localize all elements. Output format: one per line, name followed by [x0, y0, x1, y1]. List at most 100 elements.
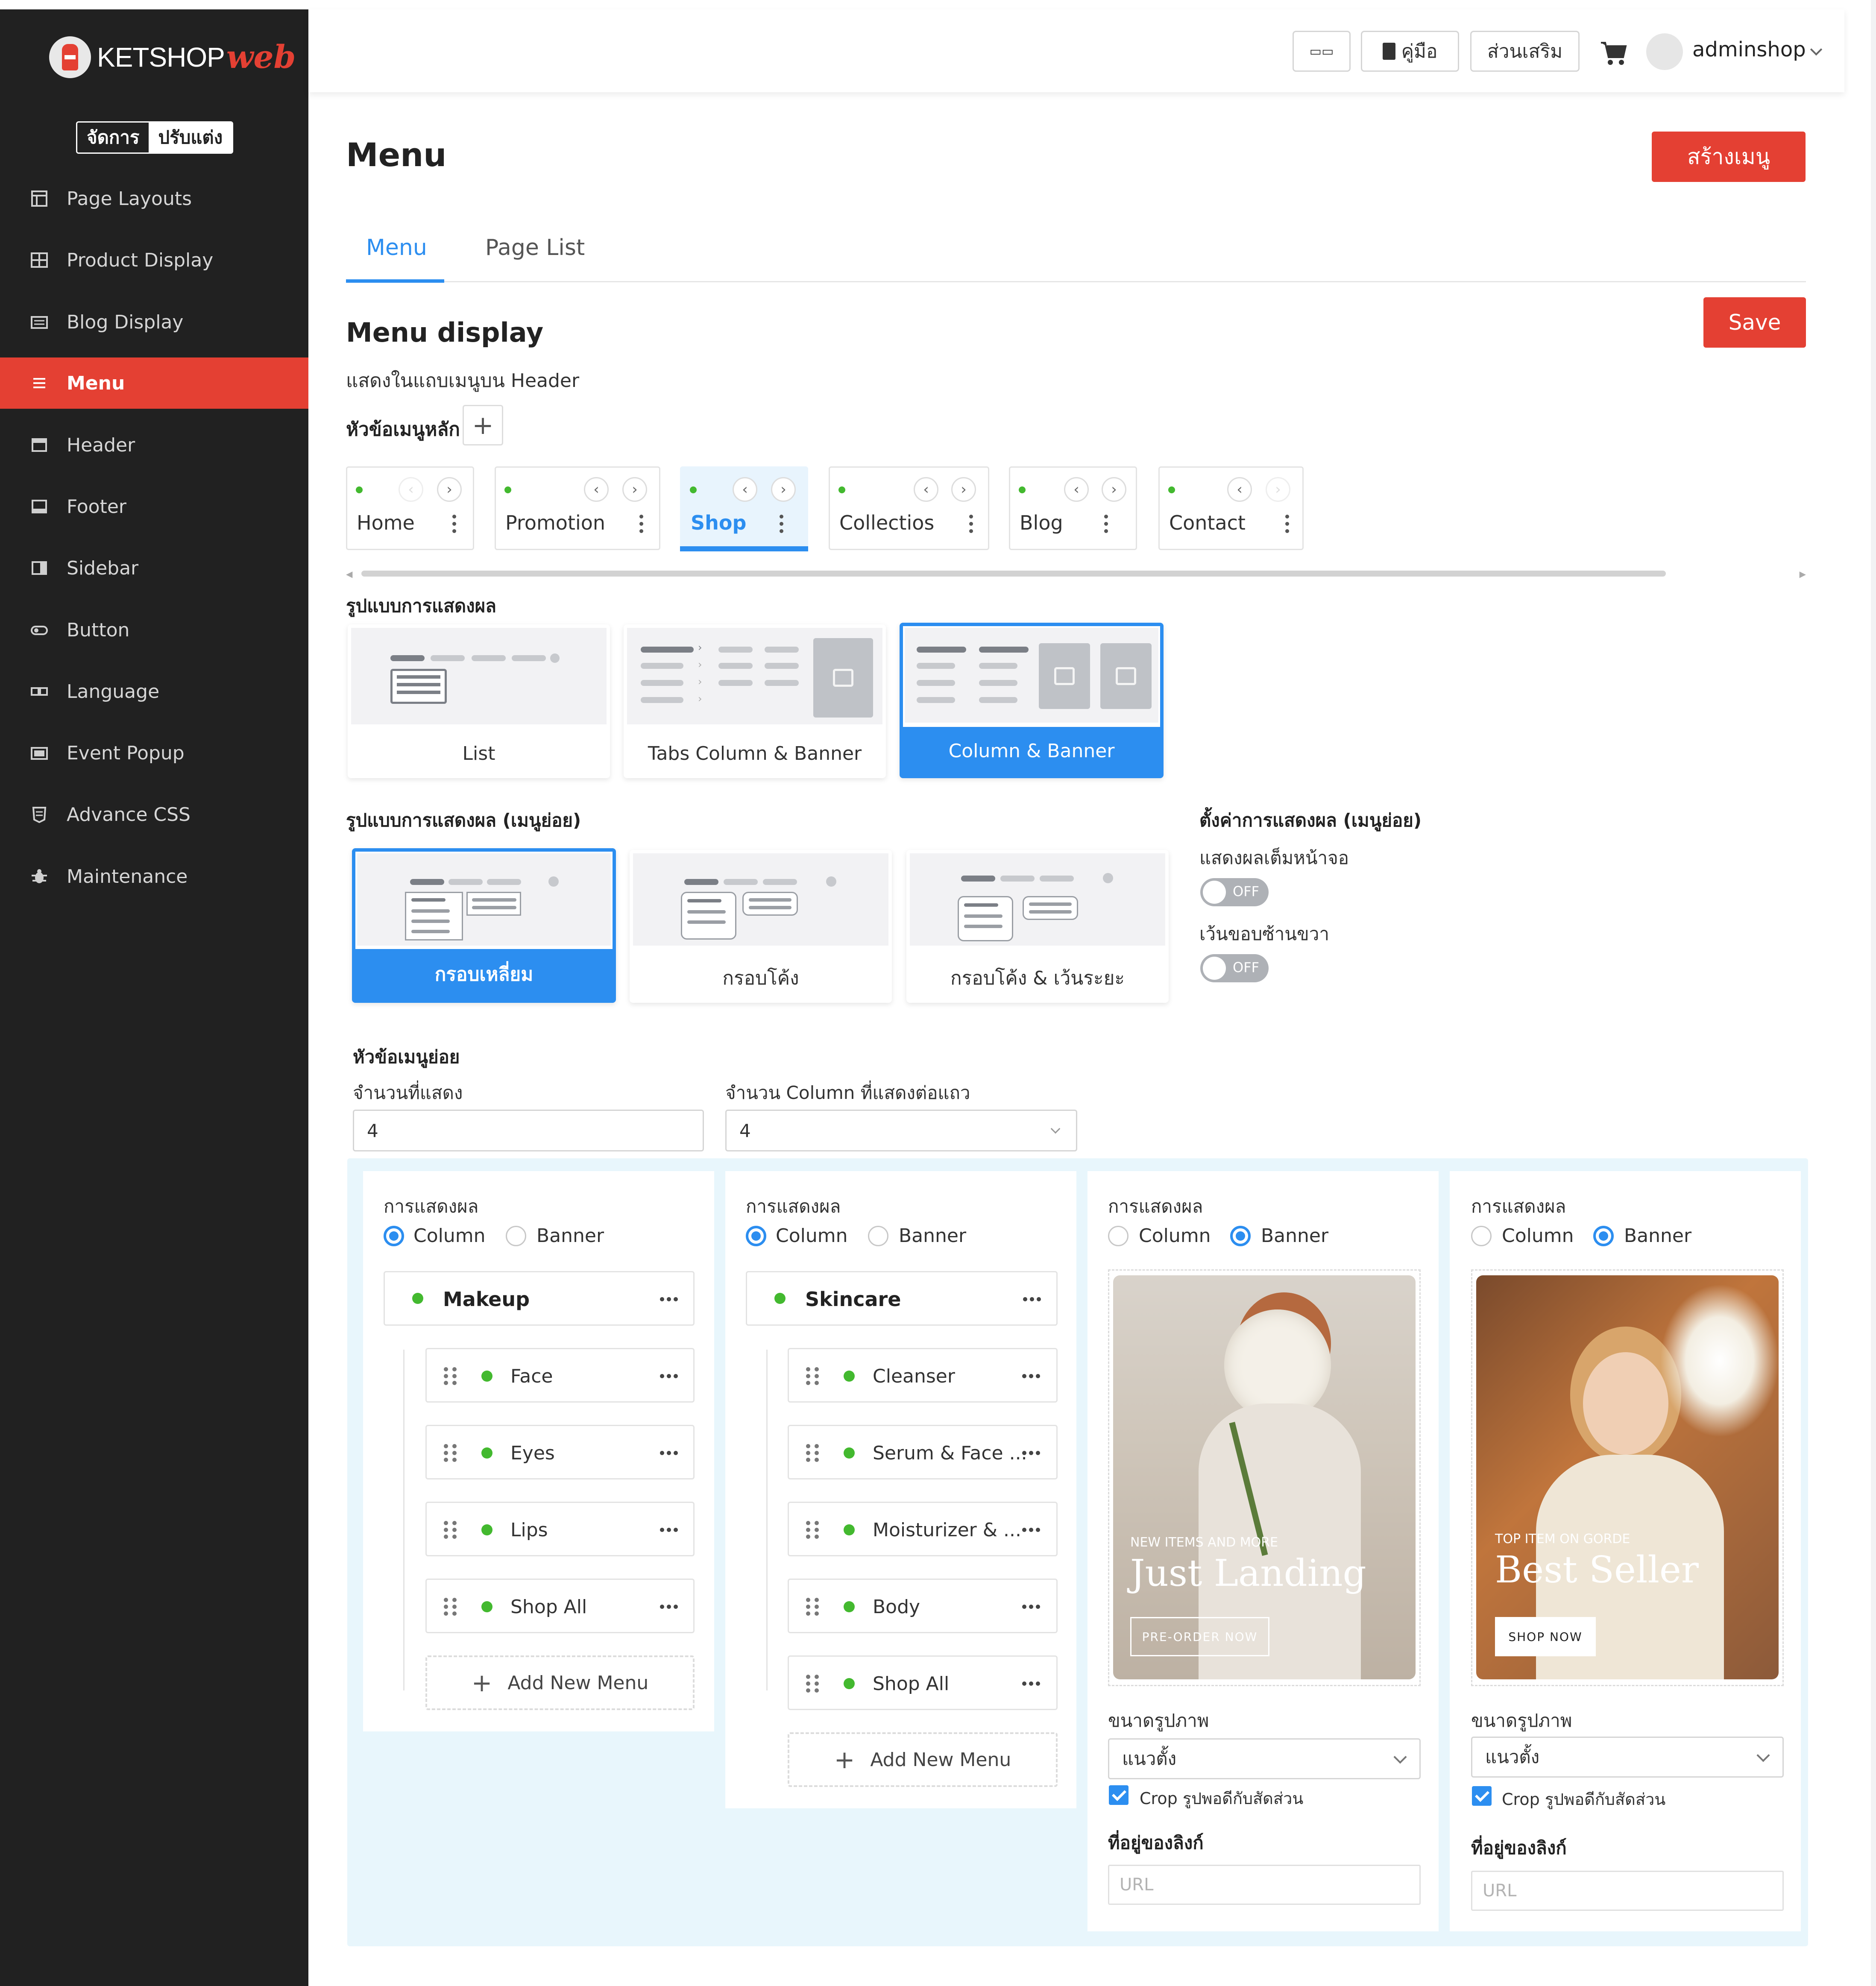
parent-menu-makeup[interactable]: Makeup [384, 1271, 695, 1326]
sidebar-item-event-popup[interactable]: Event Popup [0, 727, 308, 779]
sidebar-item-menu[interactable]: Menu [0, 357, 308, 409]
sidebar-item-blog-display[interactable]: Blog Display [0, 296, 308, 348]
add-new-menu-button[interactable]: + Add New Menu [788, 1732, 1058, 1787]
image-size-select[interactable]: แนวตั้ง [1471, 1737, 1784, 1778]
submenu-item[interactable]: Lips [425, 1502, 695, 1556]
more-options-icon[interactable] [660, 1605, 678, 1609]
right-margin-toggle[interactable]: OFF [1200, 954, 1269, 982]
banner-image[interactable]: TOP ITEM ON GORDE Best Seller SHOP NOW [1476, 1275, 1779, 1679]
drag-handle-icon[interactable] [444, 1367, 457, 1386]
radio-banner[interactable] [1593, 1226, 1614, 1246]
avatar[interactable] [1646, 33, 1683, 70]
move-left-arrow-icon[interactable]: ‹ [1227, 477, 1252, 502]
submenu-item[interactable]: Body [788, 1579, 1058, 1633]
menu-item-home[interactable]: ‹ › Home [346, 466, 474, 550]
addons-button[interactable]: ส่วนเสริม [1470, 31, 1580, 72]
mode-manage-button[interactable]: จัดการ [77, 123, 149, 152]
move-left-arrow-icon[interactable]: ‹ [584, 477, 609, 502]
radio-banner[interactable] [506, 1226, 526, 1246]
submenu-item[interactable]: Moisturizer & ... [788, 1502, 1058, 1556]
drag-handle-icon[interactable] [806, 1444, 819, 1463]
sidebar-item-footer[interactable]: Footer [0, 481, 308, 532]
brand-logo[interactable]: KETSHOP web [49, 32, 296, 83]
radio-column[interactable] [1471, 1226, 1492, 1246]
drag-handle-icon[interactable] [444, 1598, 457, 1617]
more-options-icon[interactable] [1285, 515, 1290, 536]
fullscreen-toggle[interactable]: OFF [1200, 878, 1269, 906]
more-options-icon[interactable] [1023, 1297, 1041, 1301]
save-button[interactable]: Save [1703, 297, 1806, 348]
sidebar-item-advance-css[interactable]: Advance CSS [0, 789, 308, 840]
sidebar-item-maintenance[interactable]: Maintenance [0, 851, 308, 902]
cart-icon[interactable] [1600, 40, 1627, 66]
sidebar-item-language[interactable]: Language [0, 666, 308, 717]
banner-cta-button[interactable]: SHOP NOW [1495, 1617, 1596, 1656]
columns-select[interactable]: 4 [725, 1110, 1077, 1151]
more-options-icon[interactable] [969, 515, 973, 536]
sub-style-option-square[interactable]: กรอบเหลี่ยม [352, 848, 616, 1003]
sidebar-item-page-layouts[interactable]: Page Layouts [0, 173, 308, 224]
scroll-left-icon[interactable]: ◀ [346, 569, 352, 579]
menu-item-contact[interactable]: ‹ › Contact [1158, 466, 1304, 550]
menu-item-collectios[interactable]: ‹ › Collectios [829, 466, 989, 550]
sidebar-item-product-display[interactable]: Product Display [0, 234, 308, 286]
more-options-icon[interactable] [660, 1297, 678, 1301]
sub-style-option-rounded[interactable]: กรอบโค้ง [630, 850, 892, 1003]
radio-column[interactable] [1108, 1226, 1129, 1246]
sidebar-item-sidebar[interactable]: Sidebar [0, 542, 308, 594]
tab-menu[interactable]: Menu [366, 235, 427, 261]
count-input[interactable]: 4 [353, 1110, 704, 1151]
more-options-icon[interactable] [452, 515, 457, 536]
sidebar-item-button[interactable]: Button [0, 604, 308, 656]
url-input[interactable]: URL [1471, 1871, 1784, 1911]
more-options-icon[interactable] [1022, 1528, 1040, 1532]
sub-style-option-rounded-spaced[interactable]: กรอบโค้ง & เว้นระยะ [906, 850, 1169, 1003]
crop-checkbox[interactable] [1109, 1785, 1129, 1805]
menu-item-shop[interactable]: ‹ › Shop [680, 466, 808, 551]
move-left-arrow-icon[interactable]: ‹ [733, 477, 757, 502]
drag-handle-icon[interactable] [806, 1367, 819, 1386]
radio-column[interactable] [384, 1226, 404, 1246]
style-option-column-banner[interactable]: Column & Banner [900, 623, 1164, 778]
scrollbar-thumb[interactable] [361, 571, 1666, 577]
banner-image[interactable]: NEW ITEMS AND MORE Just Landing PRE-ORDE… [1113, 1275, 1416, 1679]
more-options-icon[interactable] [660, 1374, 678, 1378]
more-options-icon[interactable] [660, 1528, 678, 1532]
submenu-item[interactable]: Face [425, 1348, 695, 1403]
mode-customize-button[interactable]: ปรับแต่ง [149, 123, 232, 152]
user-name[interactable]: adminshop [1692, 38, 1806, 62]
manual-button[interactable]: คู่มือ [1361, 31, 1459, 72]
sidebar-item-header[interactable]: Header [0, 419, 308, 471]
more-options-icon[interactable] [639, 515, 644, 536]
radio-banner[interactable] [868, 1226, 888, 1246]
add-main-menu-button[interactable]: + [463, 405, 503, 445]
menu-item-promotion[interactable]: ‹ › Promotion [495, 466, 660, 550]
scroll-right-icon[interactable]: ▶ [1800, 569, 1806, 579]
drag-handle-icon[interactable] [806, 1521, 819, 1540]
move-right-arrow-icon[interactable]: › [951, 477, 976, 502]
drag-handle-icon[interactable] [806, 1675, 819, 1693]
create-menu-button[interactable]: สร้างเมนู [1652, 132, 1806, 182]
menu-item-blog[interactable]: ‹ › Blog [1009, 466, 1137, 550]
drag-handle-icon[interactable] [444, 1444, 457, 1463]
url-input[interactable]: URL [1108, 1865, 1421, 1905]
crop-checkbox[interactable] [1472, 1786, 1492, 1806]
add-new-menu-button[interactable]: + Add New Menu [425, 1655, 695, 1710]
submenu-item[interactable]: Cleanser [788, 1348, 1058, 1403]
move-right-arrow-icon[interactable]: › [1102, 477, 1126, 502]
more-options-icon[interactable] [1022, 1374, 1040, 1378]
more-options-icon[interactable] [780, 515, 784, 536]
more-options-icon[interactable] [1104, 515, 1108, 536]
tab-page-list[interactable]: Page List [485, 235, 585, 261]
drag-handle-icon[interactable] [444, 1521, 457, 1540]
move-right-arrow-icon[interactable]: › [771, 477, 796, 502]
parent-menu-skincare[interactable]: Skincare [746, 1271, 1058, 1326]
style-option-list[interactable]: List [348, 624, 610, 778]
move-left-arrow-icon[interactable]: ‹ [914, 477, 938, 502]
radio-column[interactable] [746, 1226, 766, 1246]
submenu-item[interactable]: Shop All [788, 1655, 1058, 1710]
radio-banner[interactable] [1230, 1226, 1251, 1246]
submenu-item[interactable]: Eyes [425, 1425, 695, 1479]
move-left-arrow-icon[interactable]: ‹ [1064, 477, 1089, 502]
more-options-icon[interactable] [1022, 1605, 1040, 1609]
